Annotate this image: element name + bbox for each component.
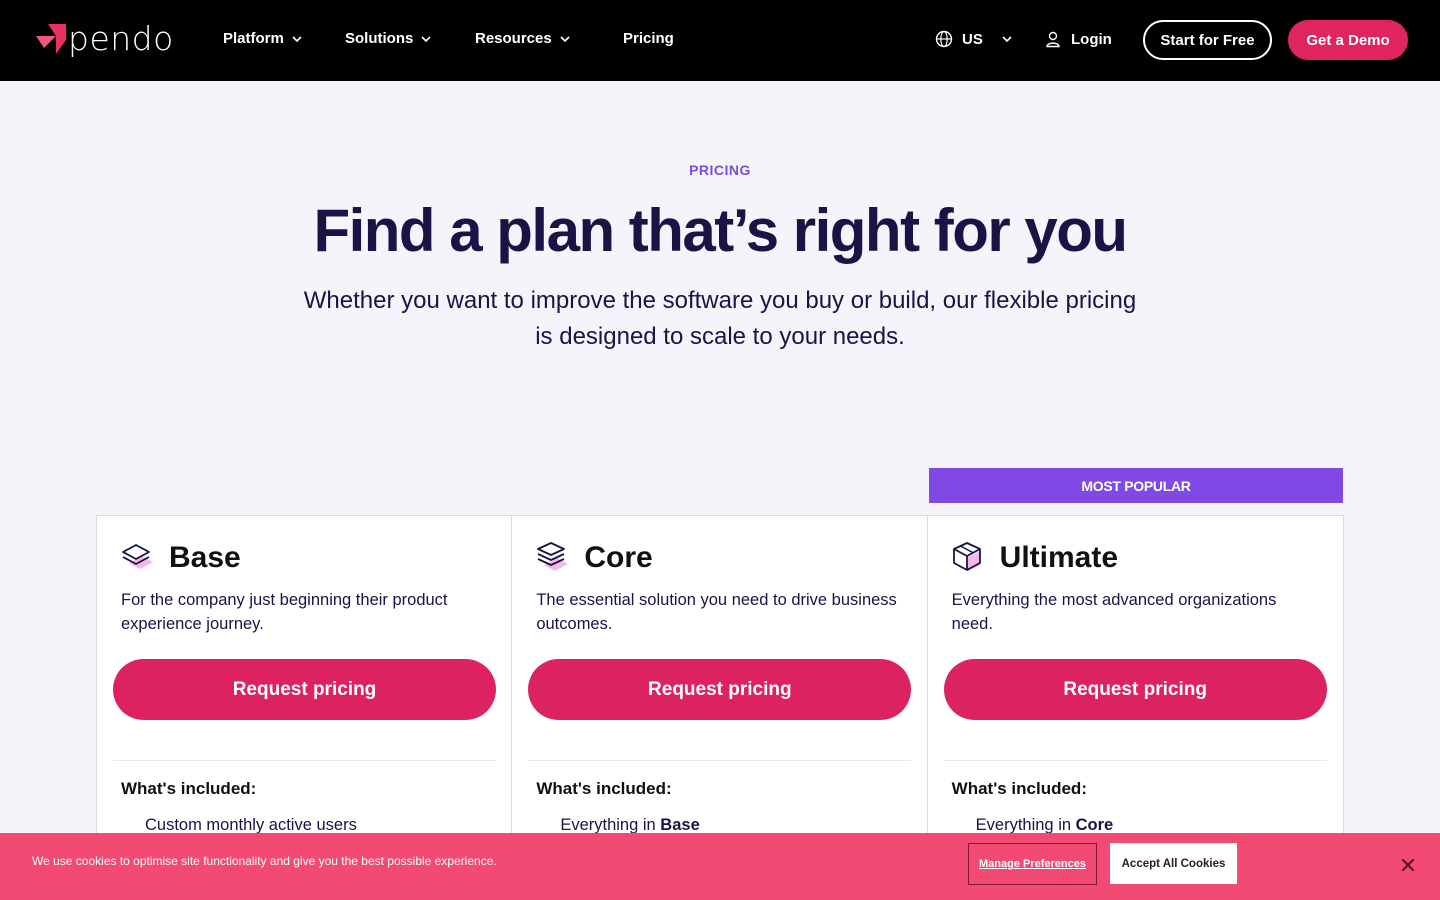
divider [528, 760, 912, 761]
manage-preferences-button[interactable]: Manage Preferences [968, 843, 1097, 885]
chevron-down-icon [560, 35, 570, 42]
chevron-down-icon [292, 35, 302, 42]
page-subtitle: Whether you want to improve the software… [303, 287, 1137, 350]
plan-description: The essential solution you need to drive… [536, 591, 897, 633]
nav-platform[interactable]: Platform [223, 30, 303, 47]
included-item-bold: Core [1075, 816, 1114, 834]
most-popular-badge: MOST POPULAR [929, 468, 1343, 503]
nav-pricing-label: Pricing [623, 30, 674, 47]
cookie-message: We use cookies to optimise site function… [32, 854, 497, 868]
region-label: US [962, 30, 983, 48]
accept-all-cookies-button[interactable]: Accept All Cookies [1110, 843, 1237, 884]
cookie-banner: We use cookies to optimise site function… [0, 833, 1440, 900]
top-navigation: pendo Platform Solutions Resources Prici… [0, 0, 1440, 81]
nav-solutions[interactable]: Solutions [345, 30, 432, 47]
chevron-down-icon [1002, 36, 1012, 43]
get-a-demo-button[interactable]: Get a Demo [1288, 20, 1408, 60]
plan-header: Base [121, 541, 241, 575]
included-item-text: Custom monthly active users [145, 816, 357, 834]
login-link[interactable]: Login [1044, 30, 1112, 48]
plan-name: Ultimate [999, 541, 1119, 574]
plan-name: Core [584, 541, 653, 574]
included-item-text: Everything in [975, 816, 1076, 834]
plan-name: Base [169, 541, 241, 574]
divider [113, 760, 496, 761]
request-pricing-button[interactable]: Request pricing [113, 659, 496, 720]
request-pricing-button[interactable]: Request pricing [528, 659, 912, 720]
plan-description: For the company just beginning their pro… [121, 591, 448, 633]
nav-solutions-label: Solutions [345, 30, 414, 47]
user-icon [1046, 31, 1060, 48]
request-pricing-button[interactable]: Request pricing [943, 659, 1327, 720]
included-heading: What's included: [121, 779, 257, 798]
chevron-down-icon [421, 35, 431, 42]
included-heading: What's included: [536, 779, 672, 798]
divider [943, 760, 1327, 761]
included-heading: What's included: [951, 779, 1087, 798]
login-label: Login [1071, 30, 1112, 48]
nav-resources[interactable]: Resources [475, 30, 571, 47]
pricing-eyebrow: PRICING [689, 162, 751, 178]
nav-resources-label: Resources [475, 30, 552, 47]
stack-icon [537, 542, 569, 571]
included-item-text: Everything in [560, 816, 661, 834]
region-selector[interactable]: US [935, 30, 1013, 48]
plan-header: Core [536, 541, 653, 575]
globe-icon [935, 30, 953, 48]
plan-header: Ultimate [952, 541, 1118, 575]
page-title: Find a plan that’s right for you [313, 197, 1128, 264]
layers-icon [122, 544, 153, 569]
plan-description: Everything the most advanced organizatio… [951, 591, 1277, 633]
nav-platform-label: Platform [223, 30, 284, 47]
cube-icon [952, 542, 981, 571]
nav-pricing[interactable]: Pricing [623, 30, 674, 47]
included-item-bold: Base [660, 816, 700, 834]
pendo-logo-icon [36, 23, 66, 54]
close-icon[interactable] [1399, 856, 1417, 874]
start-for-free-button[interactable]: Start for Free [1143, 20, 1272, 60]
logo-wordmark: pendo [68, 19, 174, 58]
pendo-logo[interactable]: pendo [36, 22, 174, 55]
